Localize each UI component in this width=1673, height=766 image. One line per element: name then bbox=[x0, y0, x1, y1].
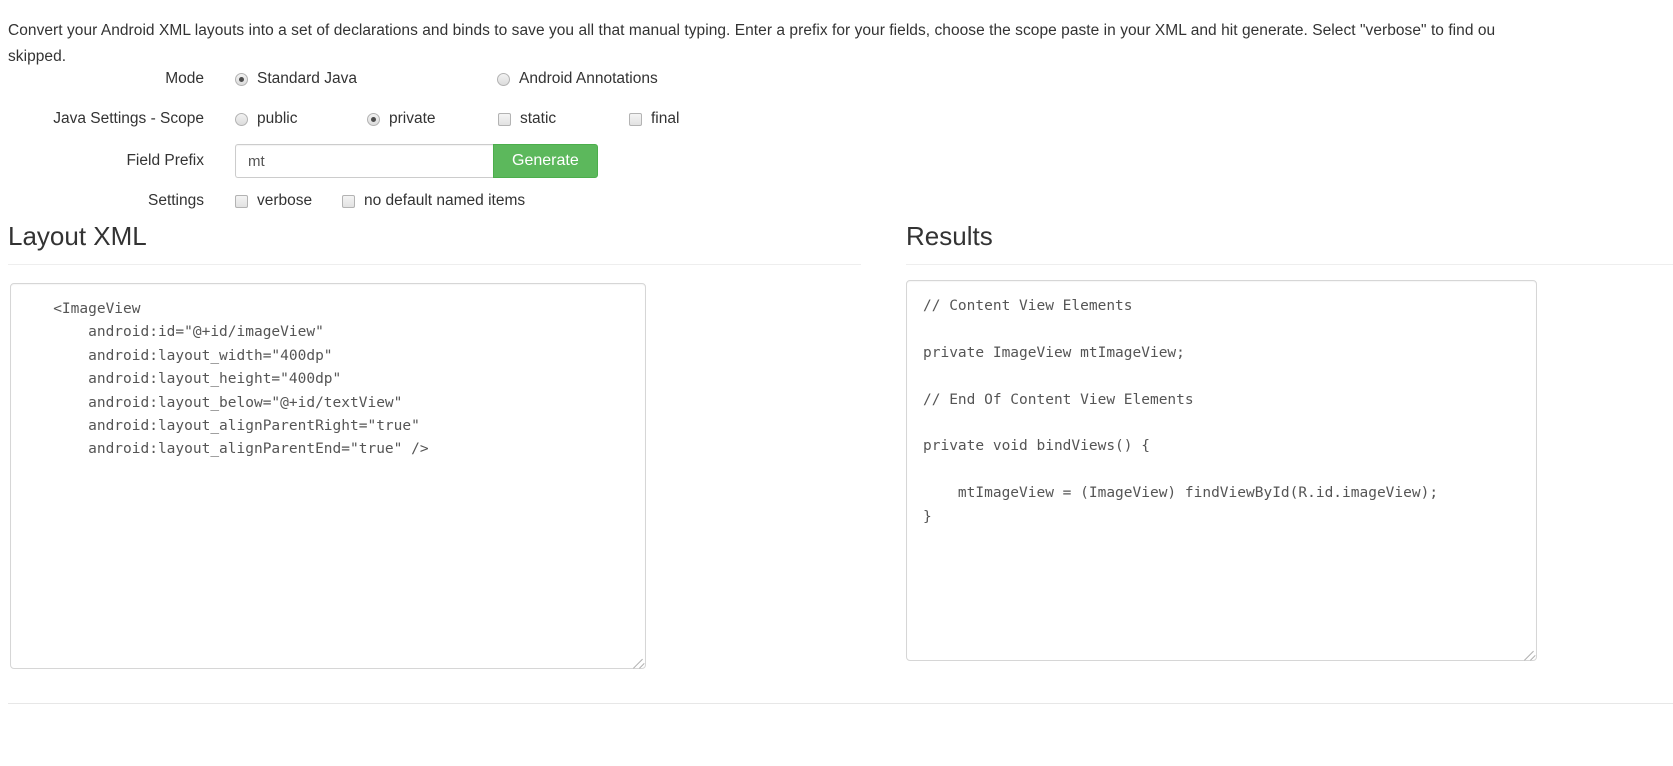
generate-button[interactable]: Generate bbox=[493, 144, 598, 178]
radio-public-label: public bbox=[257, 110, 298, 127]
checkbox-no-default-named-items[interactable]: no default named items bbox=[342, 191, 525, 211]
settings-controls: verbose no default named items bbox=[204, 191, 525, 211]
radio-standard-java-icon[interactable] bbox=[235, 72, 248, 86]
settings-label: Settings bbox=[147, 192, 204, 209]
form-row-settings: Settings verbose no default named items bbox=[0, 186, 1100, 216]
form-row-scope: Java Settings - Scope public private sta… bbox=[0, 104, 1100, 134]
checkbox-no-default-named-items-label: no default named items bbox=[364, 192, 526, 209]
footer-divider bbox=[8, 703, 1673, 704]
radio-android-annotations-label: Android Annotations bbox=[519, 70, 658, 87]
field-prefix-group: Generate bbox=[235, 144, 598, 178]
checkbox-verbose-label: verbose bbox=[257, 192, 313, 209]
mode-label: Mode bbox=[165, 70, 204, 87]
layout-xml-textarea[interactable] bbox=[10, 283, 646, 669]
radio-private-label: private bbox=[389, 110, 436, 127]
checkbox-static[interactable]: static bbox=[498, 109, 629, 129]
checkbox-final[interactable]: final bbox=[629, 109, 679, 129]
radio-public[interactable]: public bbox=[235, 109, 367, 129]
results-heading: Results bbox=[906, 221, 993, 251]
scope-label: Java Settings - Scope bbox=[53, 110, 204, 127]
form-row-field-prefix: Field Prefix Generate bbox=[0, 144, 1100, 178]
checkbox-verbose[interactable]: verbose bbox=[235, 191, 342, 211]
options-form: Mode Standard Java Android Annotations J… bbox=[0, 64, 1100, 226]
radio-android-annotations-icon[interactable] bbox=[497, 72, 510, 86]
form-row-mode: Mode Standard Java Android Annotations bbox=[0, 64, 1100, 94]
radio-standard-java[interactable]: Standard Java bbox=[235, 69, 497, 89]
radio-private[interactable]: private bbox=[367, 109, 498, 129]
layout-xml-heading: Layout XML bbox=[8, 221, 147, 251]
checkbox-no-default-named-items-icon[interactable] bbox=[342, 194, 355, 208]
checkbox-final-icon[interactable] bbox=[629, 112, 642, 126]
radio-standard-java-label: Standard Java bbox=[257, 70, 357, 87]
field-prefix-input[interactable] bbox=[235, 144, 493, 178]
results-divider bbox=[906, 264, 1673, 265]
layout-xml-divider bbox=[8, 264, 861, 265]
results-output[interactable]: // Content View Elements private ImageVi… bbox=[906, 280, 1537, 661]
radio-private-icon[interactable] bbox=[367, 112, 380, 126]
radio-android-annotations[interactable]: Android Annotations bbox=[497, 69, 658, 89]
radio-public-icon[interactable] bbox=[235, 112, 248, 126]
checkbox-verbose-icon[interactable] bbox=[235, 194, 248, 208]
scope-controls: public private static final bbox=[204, 109, 679, 129]
mode-controls: Standard Java Android Annotations bbox=[204, 69, 658, 89]
checkbox-final-label: final bbox=[651, 110, 680, 127]
checkbox-static-icon[interactable] bbox=[498, 112, 511, 126]
field-prefix-controls: Generate bbox=[204, 144, 598, 178]
intro-description: Convert your Android XML layouts into a … bbox=[8, 21, 1496, 65]
field-prefix-label: Field Prefix bbox=[126, 152, 204, 169]
checkbox-static-label: static bbox=[520, 110, 557, 127]
page-root: Convert your Android XML layouts into a … bbox=[0, 0, 1673, 766]
